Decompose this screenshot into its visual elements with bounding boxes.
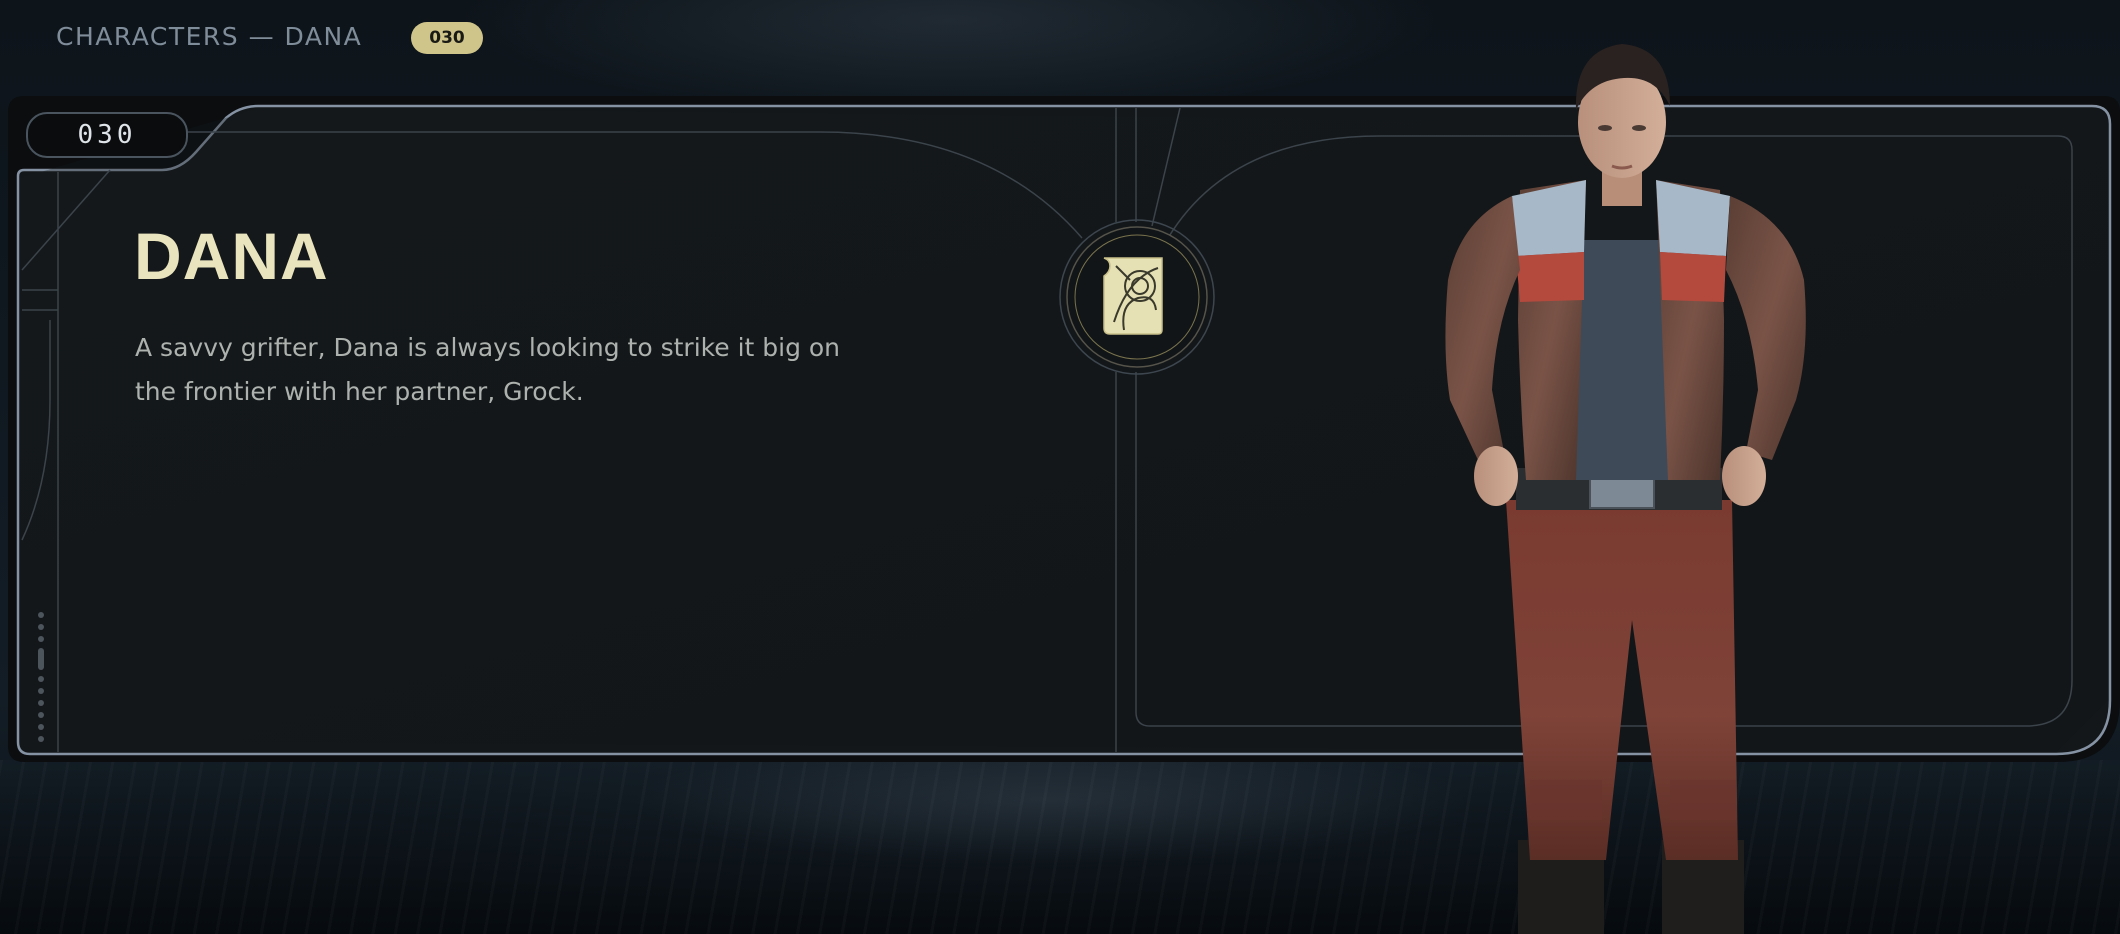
character-description: A savvy grifter, Dana is always looking … — [135, 333, 841, 406]
scroll-indicator[interactable] — [37, 612, 45, 742]
entry-number-badge: 030 — [411, 22, 483, 54]
breadcrumb: CHARACTERS — DANA — [56, 22, 363, 51]
databank-emblem-icon — [1059, 219, 1215, 375]
character-name: DANA — [134, 219, 329, 293]
game-screen: 030 CHARACTERS — DANA 030 DANA A savvy g… — [0, 0, 2120, 934]
character-model — [1445, 44, 1806, 934]
panel-number-tag: 030 — [26, 112, 188, 158]
